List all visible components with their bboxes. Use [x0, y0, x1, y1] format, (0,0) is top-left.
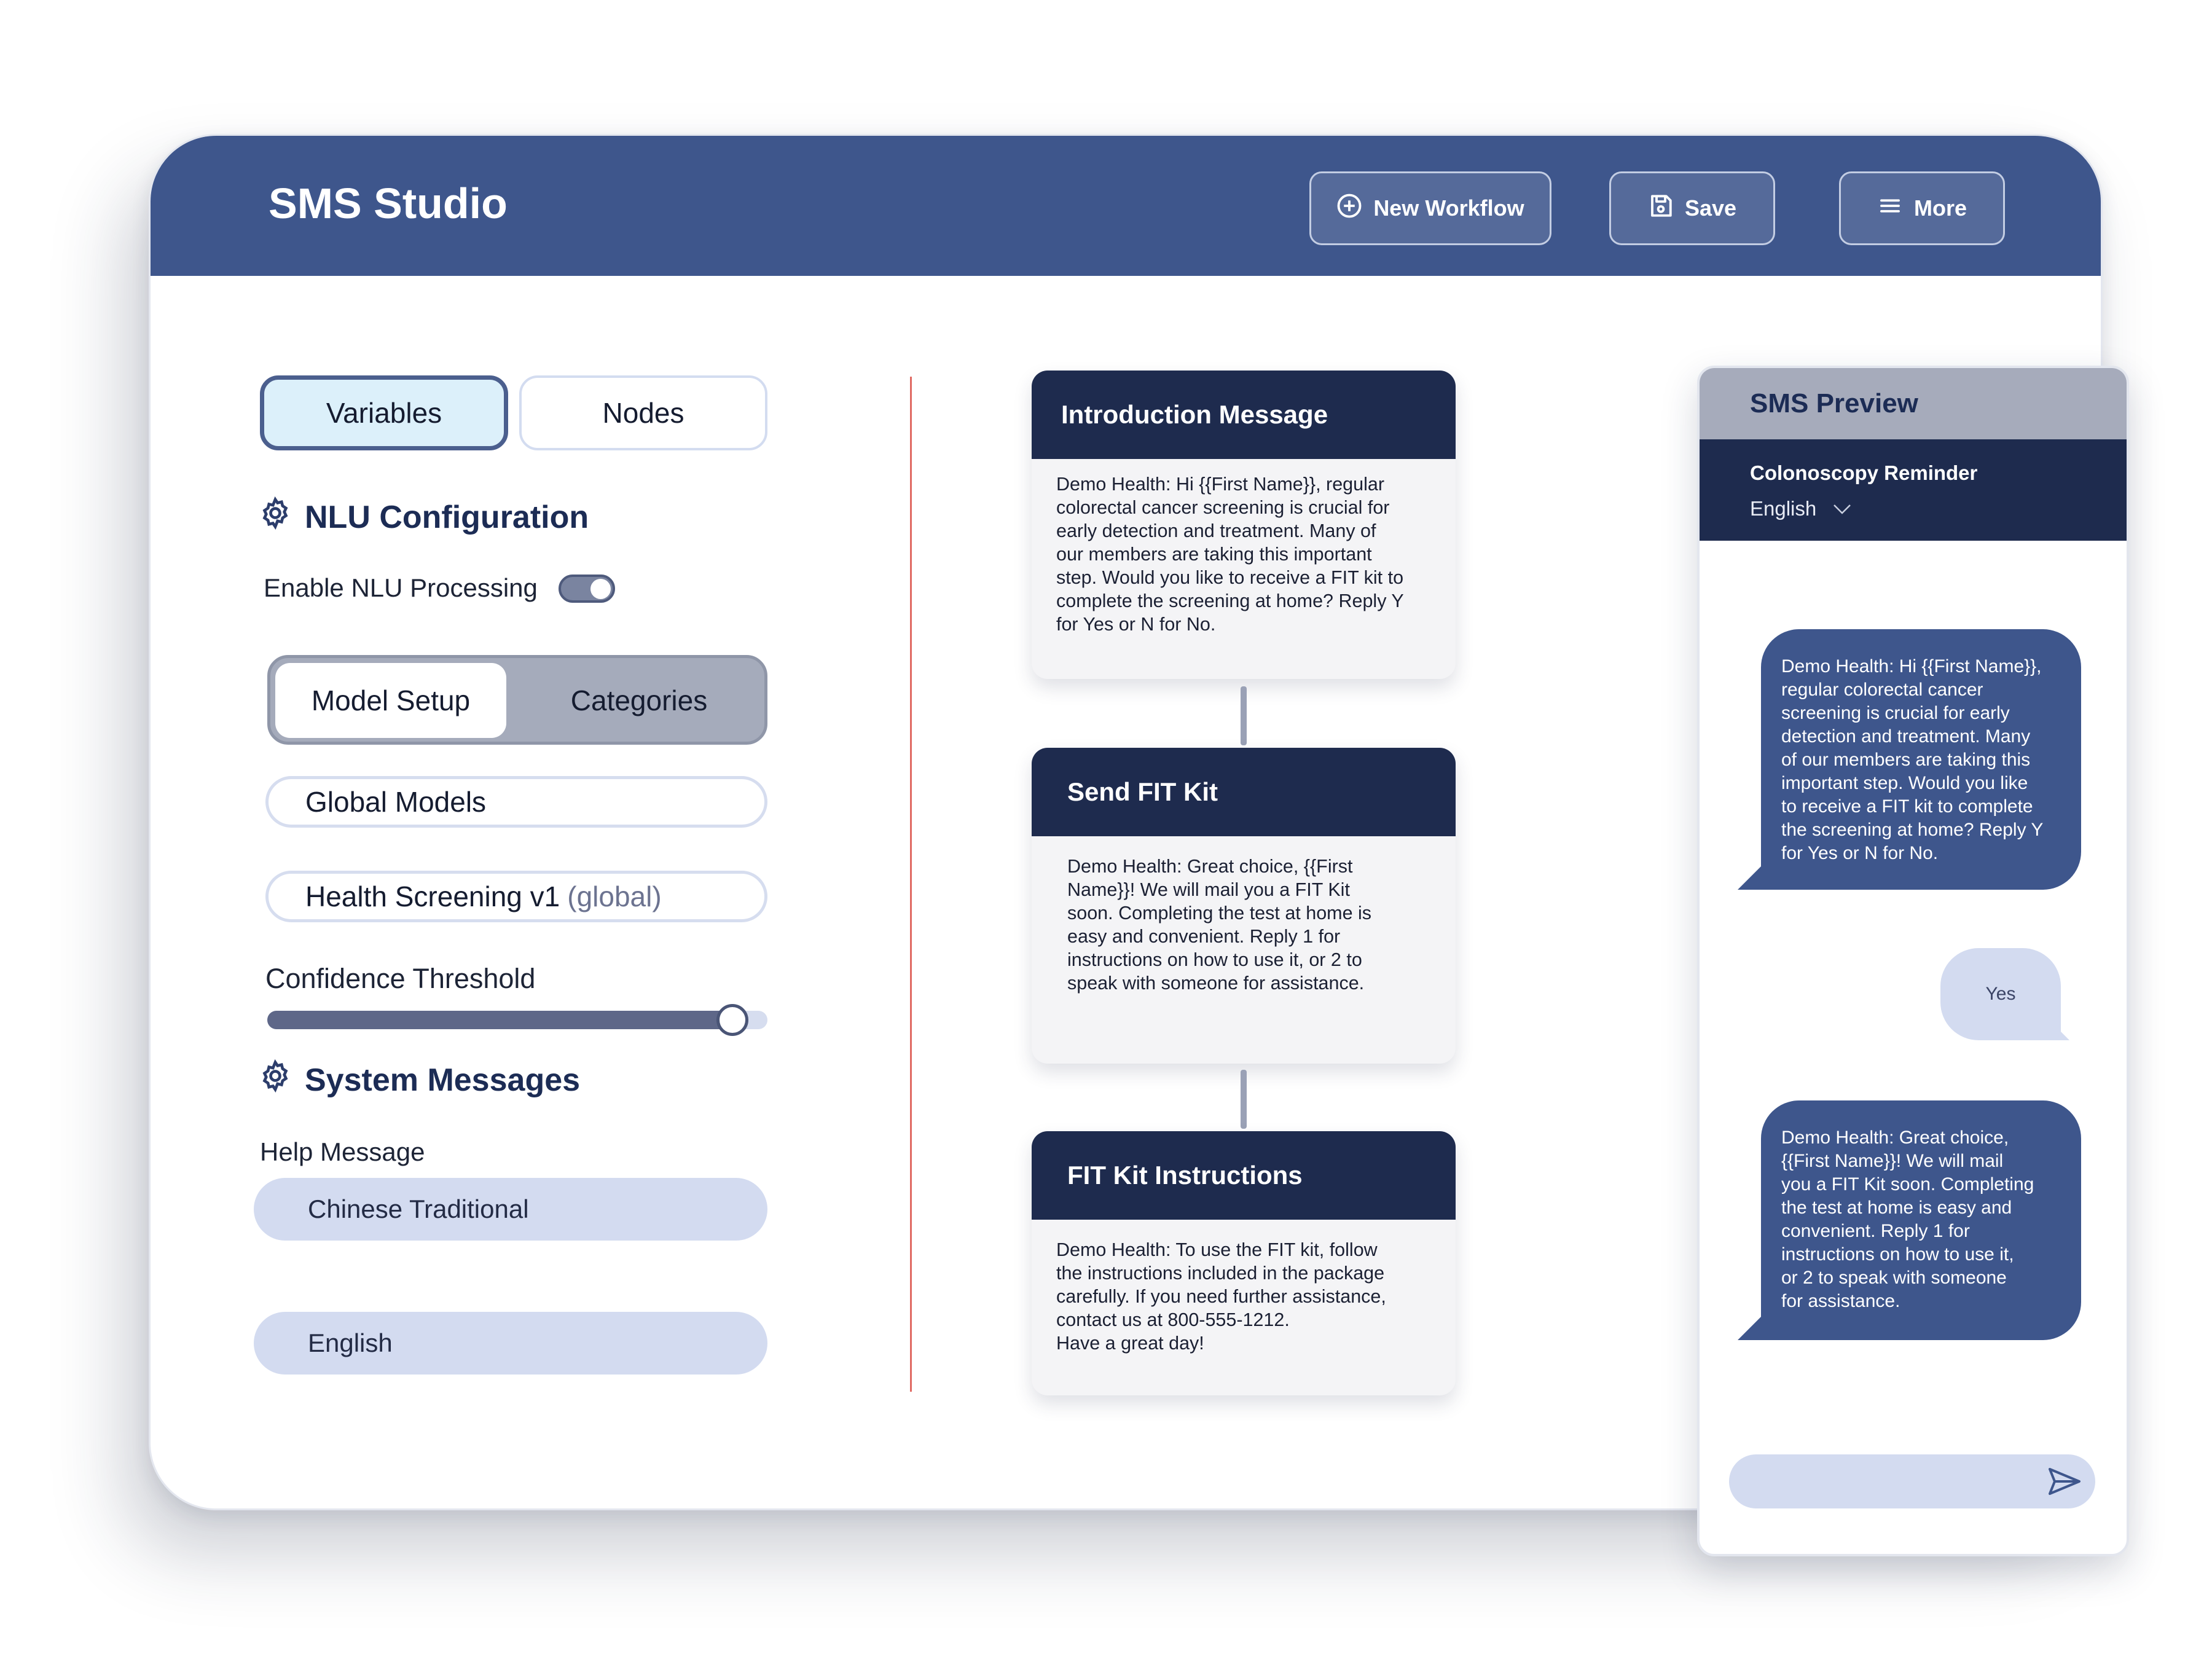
nlu-configuration-title: NLU Configuration — [305, 499, 589, 535]
enable-nlu-toggle[interactable] — [559, 575, 615, 603]
flow-node-fit-kit-instructions[interactable]: FIT Kit Instructions Demo Health: To use… — [1032, 1131, 1456, 1395]
flow-node-introduction[interactable]: Introduction Message Demo Health: Hi {{F… — [1032, 371, 1456, 679]
model-name: Health Screening v1 — [305, 880, 560, 912]
new-workflow-label: New Workflow — [1373, 195, 1524, 221]
node-title: Introduction Message — [1032, 371, 1456, 459]
message-input[interactable] — [1729, 1454, 2095, 1508]
sms-preview-title: SMS Preview — [1700, 368, 2127, 439]
preview-language: English — [1750, 497, 1817, 520]
global-models-label: Global Models — [305, 786, 487, 818]
node-body: Demo Health: Hi {{First Name}}, regular … — [1056, 474, 1404, 635]
variables-tab[interactable]: Variables — [260, 375, 508, 450]
node-body: Demo Health: To use the FIT kit, follow … — [1056, 1239, 1386, 1354]
node-body: Demo Health: Great choice, {{First Name}… — [1067, 856, 1372, 994]
incoming-message: Demo Health: Great choice, {{First Name}… — [1761, 1100, 2081, 1340]
flow-connector — [1241, 1070, 1247, 1129]
new-workflow-button[interactable]: New Workflow — [1309, 171, 1551, 245]
confidence-slider[interactable] — [267, 1004, 767, 1036]
preview-language-select[interactable]: English — [1750, 497, 1852, 520]
slider-thumb[interactable] — [716, 1004, 749, 1036]
more-label: More — [1913, 195, 1967, 221]
slider-fill — [267, 1011, 733, 1029]
panel-divider — [910, 377, 912, 1392]
floppy-disk-icon — [1648, 193, 1674, 224]
system-messages-heading: System Messages — [258, 1059, 580, 1101]
system-messages-title: System Messages — [305, 1062, 581, 1098]
enable-nlu-label: Enable NLU Processing — [264, 573, 538, 602]
preview-subheader: Colonoscopy Reminder English — [1700, 439, 2127, 541]
send-icon[interactable] — [2047, 1467, 2082, 1496]
sms-preview-panel: SMS Preview Colonoscopy Reminder English… — [1697, 366, 2129, 1556]
nlu-configuration-heading: NLU Configuration — [258, 496, 589, 538]
help-message-label: Help Message — [260, 1137, 425, 1166]
confidence-threshold-label: Confidence Threshold — [265, 963, 536, 994]
node-title: Send FIT Kit — [1032, 748, 1456, 836]
tab-categories[interactable]: Categories — [516, 663, 762, 738]
tab-model-setup[interactable]: Model Setup — [275, 663, 506, 738]
campaign-name: Colonoscopy Reminder — [1750, 461, 1978, 484]
model-select[interactable]: Health Screening v1 (global) — [265, 871, 767, 922]
language-english[interactable]: English — [254, 1312, 767, 1375]
message-tail — [1738, 1303, 1775, 1340]
chevron-down-icon — [1832, 497, 1852, 520]
plus-circle-icon — [1336, 193, 1362, 224]
nodes-tab[interactable]: Nodes — [519, 375, 767, 450]
model-tabset: Model Setup Categories — [267, 655, 767, 745]
language-chinese-traditional[interactable]: Chinese Traditional — [254, 1178, 767, 1241]
incoming-message: Demo Health: Hi {{First Name}}, regular … — [1761, 629, 2081, 890]
save-button[interactable]: Save — [1609, 171, 1775, 245]
gear-icon — [258, 1059, 292, 1101]
flow-connector — [1241, 686, 1247, 745]
gear-icon — [258, 496, 292, 538]
app-title: SMS Studio — [269, 179, 508, 227]
save-label: Save — [1684, 195, 1737, 221]
toggle-knob — [590, 579, 611, 599]
top-header: SMS Studio New Workflow Save More — [151, 136, 2101, 276]
model-scope: (global) — [567, 880, 662, 912]
outgoing-message: Yes — [1940, 948, 2061, 1040]
global-models-select[interactable]: Global Models — [265, 776, 767, 828]
hamburger-menu-icon — [1877, 193, 1903, 224]
message-tail — [1738, 853, 1775, 890]
flow-node-send-fit-kit[interactable]: Send FIT Kit Demo Health: Great choice, … — [1032, 748, 1456, 1064]
node-title: FIT Kit Instructions — [1032, 1131, 1456, 1220]
more-button[interactable]: More — [1839, 171, 2005, 245]
